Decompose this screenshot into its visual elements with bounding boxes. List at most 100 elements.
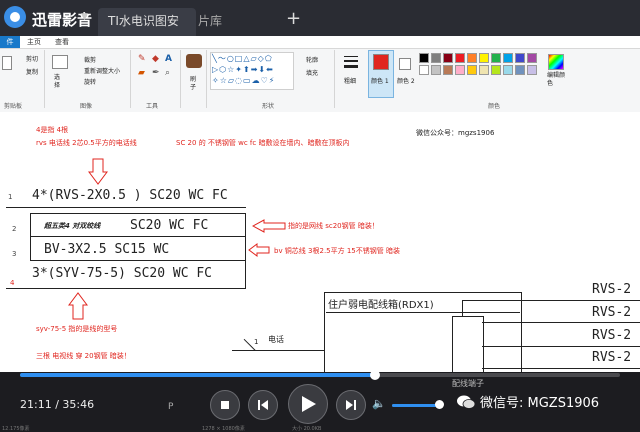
schematic-line (482, 346, 640, 347)
group-label-clipboard: 剪贴板 (4, 103, 23, 110)
rotate-button[interactable]: 旋转 (84, 77, 96, 86)
app-menu-caret-icon[interactable]: ▼ (81, 12, 88, 22)
tab-current-video[interactable]: TI水电识图安 (98, 8, 196, 36)
palette-swatch[interactable] (527, 53, 537, 63)
play-icon (302, 396, 316, 412)
volume-fill (392, 404, 440, 407)
palette-swatch[interactable] (419, 65, 429, 75)
magnifier-icon[interactable]: ⌕ (165, 68, 170, 78)
schematic-line (245, 213, 246, 288)
annotation-syv: syv-75-5 指的是线的型号 (36, 325, 118, 333)
paint-menu-file[interactable]: 件 (0, 36, 20, 48)
phone-label: 电话 (268, 335, 284, 344)
palette-swatch[interactable] (419, 53, 429, 63)
palette-swatch[interactable] (467, 65, 477, 75)
copy-button[interactable]: 复制 (26, 67, 38, 76)
color1-label: 颜色 1 (371, 78, 389, 85)
palette-swatch[interactable] (479, 65, 489, 75)
paste-icon[interactable] (2, 56, 12, 70)
palette-swatch[interactable] (491, 65, 501, 75)
crop-button[interactable]: 裁剪 (84, 55, 96, 64)
palette-swatch[interactable] (443, 53, 453, 63)
pencil-icon[interactable]: ✎ (138, 54, 146, 64)
fill-button[interactable]: 填充 (306, 68, 318, 77)
brush-label-2[interactable]: 子 (190, 82, 196, 91)
palette-swatch[interactable] (443, 65, 453, 75)
group-label-image: 图像 (80, 103, 93, 110)
resize-button[interactable]: 重新调整大小 (84, 66, 120, 75)
edit-colors-icon[interactable] (548, 54, 564, 70)
row-number-3: 3 (12, 250, 17, 258)
palette-swatch[interactable] (503, 53, 513, 63)
progress-knob[interactable] (370, 370, 380, 380)
group-label-colors: 颜色 (488, 103, 501, 110)
current-time: 21:11 (20, 398, 52, 411)
row-number-4: 4 (10, 279, 15, 287)
color1-swatch (373, 54, 389, 70)
xunlei-logo-icon[interactable] (4, 6, 26, 28)
brush-icon[interactable] (186, 54, 202, 68)
shapes-icons[interactable]: ╲〜○□△▱◇⬠ ▷⬡☆✦⬆➡⬇⬅ ✧☆▱◌▭☁♡⚡ (212, 53, 292, 86)
schematic-line (30, 213, 31, 260)
play-button[interactable] (288, 384, 328, 424)
group-separator (44, 50, 45, 108)
palette-swatch[interactable] (467, 53, 477, 63)
next-button[interactable] (336, 390, 366, 420)
palette-swatch[interactable] (527, 65, 537, 75)
palette-swatch[interactable] (455, 65, 465, 75)
cable-spec-line-2: SC20 WC FC (130, 218, 209, 233)
color2-label[interactable]: 颜色 2 (397, 76, 415, 85)
color2-swatch[interactable] (399, 58, 411, 70)
add-tab-button[interactable]: + (286, 8, 301, 29)
palette-swatch[interactable] (431, 53, 441, 63)
palette-swatch[interactable] (431, 65, 441, 75)
cable-spec-line-1: 4*(RVS-2X0.5 ) SC20 WC FC (32, 188, 228, 203)
outline-button[interactable]: 轮廓 (306, 55, 318, 64)
size-line-2 (344, 60, 358, 62)
left-arrow-icon (252, 219, 286, 233)
paint-status-bar: 12.175像素 1278 × 1080像素 大小 20.0KB (0, 425, 640, 432)
palette-swatch[interactable] (455, 53, 465, 63)
previous-icon (258, 400, 268, 410)
status-left: 12.175像素 (2, 426, 30, 432)
playback-time: 21:11 / 35:46 (20, 398, 94, 411)
palette-swatch[interactable] (515, 65, 525, 75)
eraser-icon[interactable]: ▰ (138, 68, 145, 78)
row-number-2: 2 (12, 225, 17, 233)
size-line-3 (344, 65, 358, 68)
palette-swatch[interactable] (491, 53, 501, 63)
cut-button[interactable]: 剪切 (26, 54, 38, 63)
fill-icon[interactable]: ◆ (152, 54, 159, 64)
phone-number: 1 (254, 338, 259, 346)
stop-icon (221, 401, 229, 409)
palette-swatch[interactable] (503, 65, 513, 75)
previous-button[interactable] (248, 390, 278, 420)
down-arrow-icon (88, 158, 108, 185)
color-picker-icon[interactable]: ✒ (152, 68, 160, 78)
paint-menu-home[interactable]: 主页 (27, 37, 41, 47)
edit-colors-button[interactable]: 编辑颜色 (547, 72, 567, 88)
select-label-2[interactable]: 择 (54, 80, 60, 89)
volume-knob[interactable] (435, 400, 444, 409)
tab-library[interactable]: 片库 (188, 8, 286, 36)
wechat-watermark: 微信号: MGZS1906 (480, 396, 600, 411)
select-icon[interactable] (52, 55, 68, 69)
palette-swatch[interactable] (479, 53, 489, 63)
paint-menu-view[interactable]: 查看 (55, 37, 69, 47)
rvs-label-2: RVS-2 (592, 305, 632, 320)
volume-icon[interactable]: 🔈 (372, 397, 386, 411)
size-button[interactable]: 粗细 (344, 76, 356, 85)
annotation-sc20: SC 20 的 不锈钢管 wc fc 暗敷设在墙内、暗敷在顶板内 (176, 139, 350, 147)
terminal-block (452, 316, 484, 374)
cable-spec-line-3: BV-3X2.5 SC15 WC (44, 242, 170, 257)
schematic-line (482, 368, 640, 369)
group-separator (130, 50, 131, 108)
text-icon[interactable]: A (165, 54, 172, 64)
distribution-box-title: 住户弱电配线箱(RDX1) (328, 300, 434, 311)
palette-swatch[interactable] (515, 53, 525, 63)
stop-button[interactable] (210, 390, 240, 420)
schematic-line (30, 236, 246, 237)
up-arrow-icon (68, 292, 88, 320)
annotation-rvs: rvs 电话线 2芯0.5平方的电话线 (36, 139, 137, 147)
group-label-shapes: 形状 (262, 103, 275, 110)
